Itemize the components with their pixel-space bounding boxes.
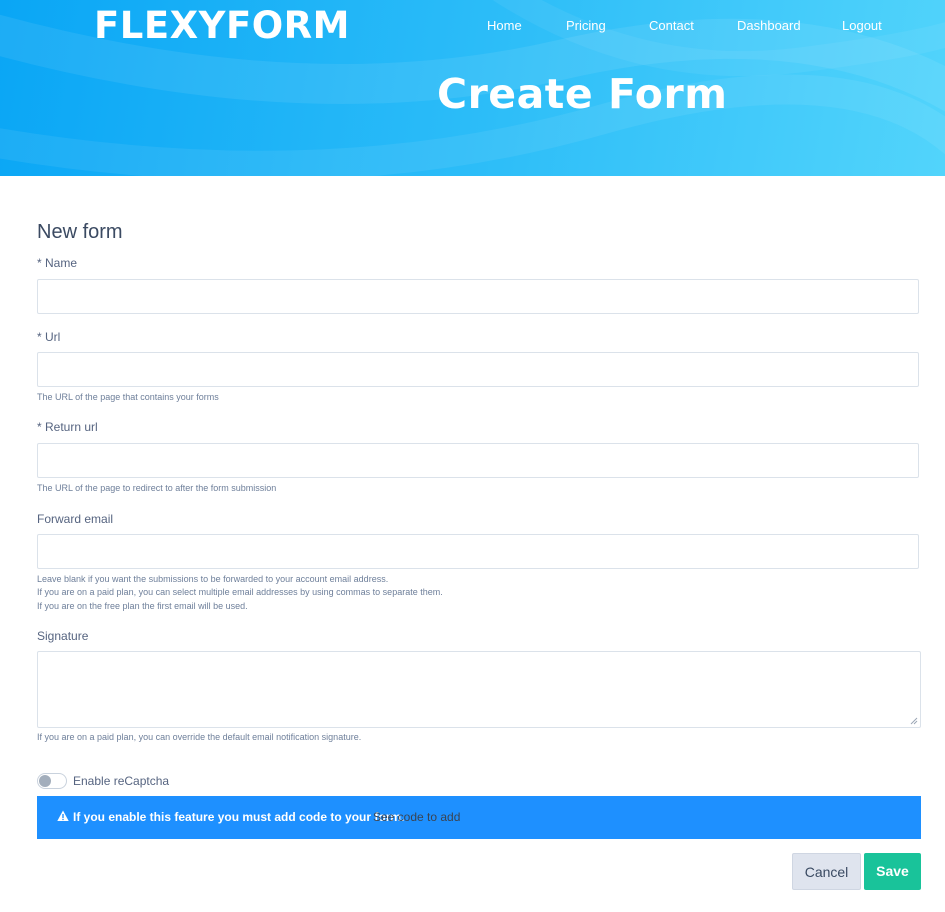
main-nav: Home Pricing Contact Dashboard Logout bbox=[0, 17, 945, 35]
toggle-knob bbox=[39, 775, 51, 787]
save-button[interactable]: Save bbox=[864, 853, 921, 890]
alert-text: If you enable this feature you must add … bbox=[73, 810, 405, 824]
signature-help: If you are on a paid plan, you can overr… bbox=[37, 732, 362, 742]
page-title: Create Form bbox=[437, 70, 728, 118]
recaptcha-toggle[interactable] bbox=[37, 773, 67, 789]
resize-handle-icon[interactable] bbox=[910, 717, 918, 725]
warning-icon bbox=[57, 810, 69, 821]
recaptcha-alert: If you enable this feature you must add … bbox=[37, 796, 921, 839]
url-help: The URL of the page that contains your f… bbox=[37, 392, 219, 402]
url-input[interactable] bbox=[37, 352, 919, 387]
nav-home[interactable]: Home bbox=[487, 17, 522, 35]
return-url-input[interactable] bbox=[37, 443, 919, 478]
nav-pricing[interactable]: Pricing bbox=[566, 17, 606, 35]
nav-contact[interactable]: Contact bbox=[649, 17, 694, 35]
name-input[interactable] bbox=[37, 279, 919, 314]
cancel-button[interactable]: Cancel bbox=[792, 853, 861, 890]
forward-email-help-3: If you are on the free plan the first em… bbox=[37, 601, 248, 611]
page-header: FLEXYFORM Home Pricing Contact Dashboard… bbox=[0, 0, 945, 176]
recaptcha-label: Enable reCaptcha bbox=[73, 774, 170, 788]
forward-email-label: Forward email bbox=[37, 512, 114, 526]
form-title: New form bbox=[37, 221, 123, 243]
name-label: * Name bbox=[37, 256, 78, 270]
forward-email-input[interactable] bbox=[37, 534, 919, 569]
return-url-label: * Return url bbox=[37, 420, 98, 434]
url-label: * Url bbox=[37, 330, 61, 344]
nav-logout[interactable]: Logout bbox=[842, 17, 882, 35]
nav-dashboard[interactable]: Dashboard bbox=[737, 17, 801, 35]
signature-label: Signature bbox=[37, 629, 89, 643]
forward-email-help-1: Leave blank if you want the submissions … bbox=[37, 574, 389, 584]
return-url-help: The URL of the page to redirect to after… bbox=[37, 483, 277, 493]
forward-email-help-2: If you are on a paid plan, you can selec… bbox=[37, 587, 443, 597]
signature-textarea[interactable] bbox=[37, 651, 921, 728]
see-code-link[interactable]: See code to add bbox=[373, 810, 460, 825]
